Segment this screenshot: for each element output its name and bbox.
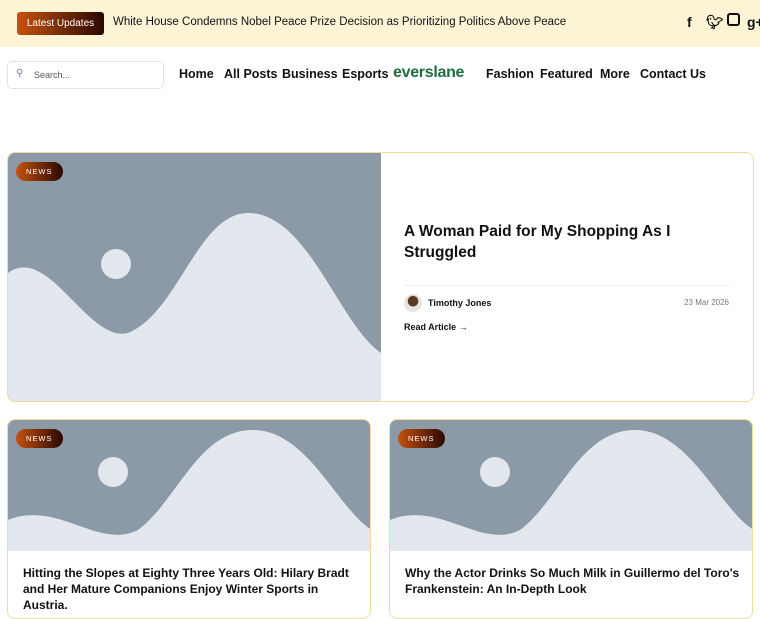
category-tag[interactable]: NEWS <box>398 429 445 448</box>
arrow-right-icon: → <box>458 322 468 332</box>
instagram-icon[interactable] <box>727 13 740 26</box>
top-bar: Latest Updates White House Condemns Nobe… <box>0 0 760 47</box>
search-icon: ⚲ <box>16 68 24 79</box>
latest-updates-badge: Latest Updates <box>17 12 104 35</box>
search-input[interactable]: ⚲ Search... <box>7 61 164 89</box>
site-logo[interactable]: everslane <box>393 64 464 82</box>
nav-fashion[interactable]: Fashion <box>486 67 534 81</box>
author-avatar <box>404 294 422 312</box>
divider <box>404 285 730 286</box>
category-tag[interactable]: NEWS <box>16 429 63 448</box>
nav-contact-us[interactable]: Contact Us <box>640 67 706 81</box>
featured-post-card[interactable]: NEWS A Woman Paid for My Shopping As I S… <box>7 152 754 402</box>
google-plus-icon[interactable]: g+ <box>747 14 760 30</box>
nav-business[interactable]: Business <box>282 67 338 81</box>
post-card[interactable]: NEWS Why the Actor Drinks So Much Milk i… <box>389 419 753 619</box>
ticker-headline[interactable]: White House Condemns Nobel Peace Prize D… <box>113 16 566 28</box>
facebook-icon[interactable]: f <box>687 14 692 30</box>
post-title[interactable]: Why the Actor Drinks So Much Milk in Gui… <box>405 565 745 597</box>
category-tag[interactable]: NEWS <box>16 162 63 181</box>
nav-featured[interactable]: Featured <box>540 67 593 81</box>
author-name[interactable]: Timothy Jones <box>428 298 491 308</box>
nav-all-posts[interactable]: All Posts <box>224 67 278 81</box>
post-card[interactable]: NEWS Hitting the Slopes at Eighty Three … <box>7 419 371 619</box>
nav-more[interactable]: More <box>600 67 630 81</box>
post-date: 23 Mar 2026 <box>684 298 729 307</box>
read-article-link[interactable]: Read Article → <box>404 322 468 332</box>
nav-esports[interactable]: Esports <box>342 67 389 81</box>
placeholder-image <box>8 153 381 401</box>
post-title[interactable]: A Woman Paid for My Shopping As I Strugg… <box>404 221 704 263</box>
nav-home[interactable]: Home <box>179 67 214 81</box>
post-title[interactable]: Hitting the Slopes at Eighty Three Years… <box>23 565 363 613</box>
twitter-icon[interactable]: 🐦︎ <box>706 14 724 31</box>
